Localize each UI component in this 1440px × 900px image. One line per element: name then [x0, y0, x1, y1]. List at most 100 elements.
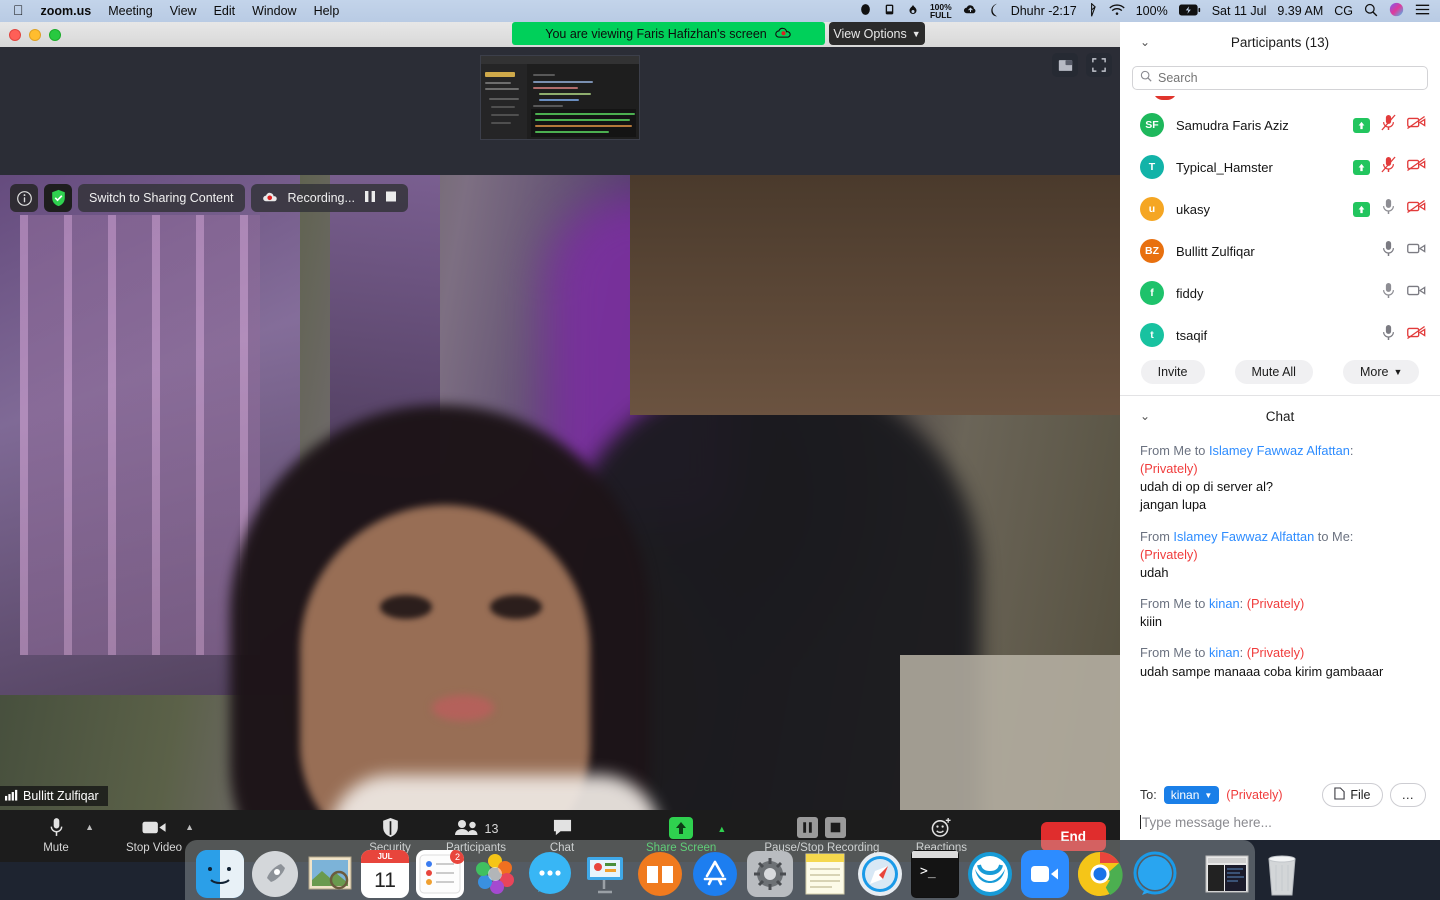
chat-recipient-dropdown[interactable]: kinan ▼: [1163, 786, 1220, 804]
minimize-share-icon[interactable]: [1052, 53, 1078, 77]
bluetooth-icon[interactable]: [1088, 2, 1098, 20]
keynote-icon[interactable]: [581, 850, 629, 898]
mic-muted-icon[interactable]: [1381, 114, 1396, 136]
menu-item-view[interactable]: View: [170, 4, 197, 18]
photos-icon[interactable]: [471, 850, 519, 898]
chat-more-options-button[interactable]: …: [1389, 783, 1426, 807]
launchpad-icon[interactable]: [251, 850, 299, 898]
zoom-icon[interactable]: [1021, 850, 1069, 898]
system-preferences-icon[interactable]: [746, 850, 794, 898]
switch-to-sharing-content-button[interactable]: Switch to Sharing Content: [78, 184, 245, 212]
pause-icon[interactable]: [364, 190, 376, 206]
mac-dock[interactable]: JUL 11 2 >_: [185, 840, 1296, 900]
participant-row-ukasy[interactable]: u ukasy: [1120, 188, 1440, 230]
menu-item-meeting[interactable]: Meeting: [108, 4, 152, 18]
active-speaker-video[interactable]: Switch to Sharing Content Recording... B…: [0, 175, 1120, 810]
camera-off-icon[interactable]: [1407, 199, 1426, 219]
apple-icon[interactable]: : [13, 3, 24, 17]
window-traffic-lights[interactable]: [0, 28, 61, 41]
camera-off-icon[interactable]: [1407, 115, 1426, 135]
user-initials-label[interactable]: CG: [1334, 4, 1353, 18]
mic-on-icon[interactable]: [1381, 324, 1396, 346]
stop-icon[interactable]: [385, 190, 397, 206]
participants-list[interactable]: SF Samudra Faris Aziz T Typical_Hamster …: [1120, 96, 1440, 351]
shared-screen-thumbnail[interactable]: [480, 55, 640, 140]
chrome-icon[interactable]: [1076, 850, 1124, 898]
gitkraken-icon[interactable]: [966, 850, 1014, 898]
participants-header[interactable]: ⌄ Participants (13): [1120, 22, 1440, 62]
share-chevron-up-icon[interactable]: ▲: [717, 824, 726, 834]
send-file-button[interactable]: File: [1322, 783, 1383, 807]
participant-row-samudra-faris-aziz[interactable]: SF Samudra Faris Aziz: [1120, 104, 1440, 146]
chat-recipient-row[interactable]: To: kinan ▼ (Privately) File …: [1120, 777, 1440, 811]
mic-on-icon[interactable]: [1381, 198, 1396, 220]
cloud-upload-icon[interactable]: [963, 3, 978, 19]
participants-collapse-chevron-icon[interactable]: ⌄: [1140, 35, 1150, 49]
spotlight-search-icon[interactable]: [1364, 3, 1378, 20]
flame-icon[interactable]: [907, 3, 919, 20]
camera-off-icon[interactable]: [1407, 157, 1426, 177]
participant-row-fiddy[interactable]: f fiddy: [1120, 272, 1440, 314]
chat-collapse-chevron-icon[interactable]: ⌄: [1140, 409, 1150, 423]
menu-item-window[interactable]: Window: [252, 4, 296, 18]
recording-controls[interactable]: Recording...: [250, 184, 408, 212]
participant-row-typical-hamster[interactable]: T Typical_Hamster: [1120, 146, 1440, 188]
ibooks-icon[interactable]: [636, 850, 684, 898]
share-strip-tools[interactable]: [1052, 53, 1112, 77]
siri-icon[interactable]: [1389, 2, 1404, 20]
preview-icon[interactable]: [306, 850, 354, 898]
terminal-icon[interactable]: >_: [911, 850, 959, 898]
stop-recording-icon[interactable]: [825, 817, 847, 841]
participants-action-buttons[interactable]: Invite Mute All More ▼: [1120, 351, 1440, 395]
display-icon[interactable]: [883, 3, 896, 19]
calendar-icon[interactable]: JUL 11: [361, 850, 409, 898]
menu-item-edit[interactable]: Edit: [214, 4, 236, 18]
skype-icon[interactable]: [1131, 850, 1179, 898]
chat-header[interactable]: ⌄ Chat: [1120, 396, 1440, 436]
mute-chevron-up-icon[interactable]: ▲: [85, 822, 94, 832]
invite-button[interactable]: Invite: [1140, 360, 1205, 384]
camera-on-icon[interactable]: [1407, 241, 1426, 261]
mic-muted-icon[interactable]: [1381, 156, 1396, 178]
search-input[interactable]: [1158, 71, 1420, 85]
mic-on-icon[interactable]: [1381, 240, 1396, 262]
wifi-icon[interactable]: [1109, 3, 1125, 19]
menu-item-zoomus[interactable]: zoom.us: [41, 4, 92, 18]
video-top-controls[interactable]: Switch to Sharing Content Recording...: [10, 184, 408, 212]
menu-item-help[interactable]: Help: [314, 4, 340, 18]
reminders-icon[interactable]: 2: [416, 850, 464, 898]
video-chevron-up-icon[interactable]: ▲: [185, 822, 194, 832]
close-window-button[interactable]: [9, 28, 21, 41]
minimize-window-button[interactable]: [29, 28, 41, 41]
battery-icon[interactable]: [1178, 4, 1201, 19]
more-button[interactable]: More ▼: [1342, 360, 1420, 384]
app-store-icon[interactable]: [691, 850, 739, 898]
participant-row-tsaqif[interactable]: t tsaqif: [1120, 314, 1440, 351]
mic-on-icon[interactable]: [1381, 282, 1396, 304]
trash-icon[interactable]: [1258, 850, 1306, 898]
mute-button[interactable]: Mute ▲: [24, 810, 94, 862]
participants-search-box[interactable]: [1132, 66, 1428, 90]
encryption-shield-icon[interactable]: [44, 184, 72, 212]
participant-row-bullitt-zulfiqar[interactable]: BZ Bullitt Zulfiqar: [1120, 230, 1440, 272]
chat-composer[interactable]: To: kinan ▼ (Privately) File … Type mess…: [1120, 777, 1440, 840]
moon-icon[interactable]: [989, 3, 1000, 20]
window-preview-icon[interactable]: [1203, 850, 1251, 898]
messages-icon[interactable]: [526, 850, 574, 898]
maximize-window-button[interactable]: [49, 28, 61, 41]
control-center-icon[interactable]: [1415, 3, 1430, 19]
safari-icon[interactable]: [856, 850, 904, 898]
notes-icon[interactable]: [801, 850, 849, 898]
camera-on-icon[interactable]: [1407, 283, 1426, 303]
chat-message-input[interactable]: Type message here...: [1120, 811, 1440, 840]
stop-video-button[interactable]: Stop Video ▲: [122, 810, 194, 862]
mute-all-button[interactable]: Mute All: [1234, 360, 1313, 384]
camera-off-icon[interactable]: [1407, 325, 1426, 345]
prayer-time-label[interactable]: Dhuhr -2:17: [1011, 4, 1077, 18]
pause-recording-icon[interactable]: [797, 817, 819, 841]
finder-icon[interactable]: [196, 850, 244, 898]
fullscreen-icon[interactable]: [1086, 53, 1112, 77]
info-icon[interactable]: [10, 184, 38, 212]
record-icon[interactable]: [859, 3, 872, 19]
chat-message-list[interactable]: From Me to Islamey Fawwaz Alfattan: (Pri…: [1120, 436, 1440, 704]
